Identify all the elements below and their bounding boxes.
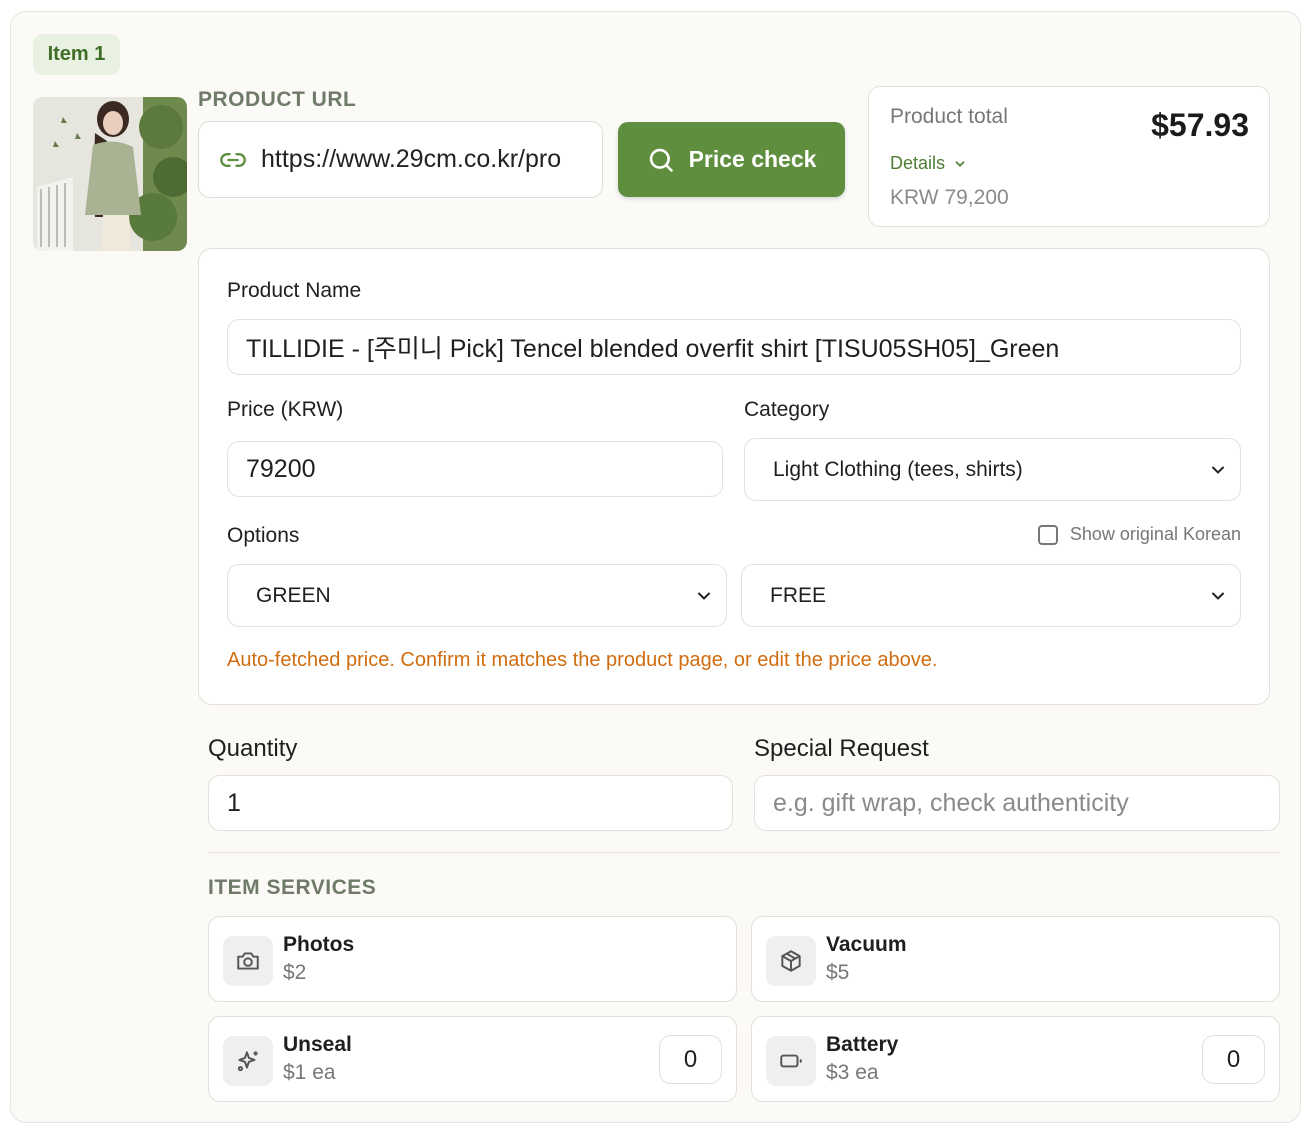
special-request-label: Special Request <box>754 735 929 762</box>
quantity-field[interactable]: 1 <box>208 775 733 831</box>
product-total-amount: $57.93 <box>1151 107 1249 143</box>
service-price: $1 ea <box>283 1061 336 1084</box>
category-value: Light Clothing (tees, shirts) <box>773 457 1023 481</box>
details-toggle[interactable]: Details <box>890 153 967 174</box>
box-icon <box>766 936 816 986</box>
price-label: Price (KRW) <box>227 398 344 421</box>
product-total-krw: KRW 79,200 <box>890 186 1009 209</box>
quantity-label: Quantity <box>208 735 298 762</box>
chevron-down-icon <box>1212 466 1224 474</box>
service-price: $5 <box>826 961 850 984</box>
product-url-label: PRODUCT URL <box>198 88 357 111</box>
search-icon <box>649 148 673 172</box>
option-size-value: FREE <box>770 583 827 607</box>
item-badge: Item 1 <box>33 34 120 75</box>
price-check-label: Price check <box>688 146 817 172</box>
service-quantity-input[interactable]: 0 <box>1202 1035 1265 1084</box>
battery-icon <box>766 1036 816 1086</box>
service-name: Unseal <box>283 1033 352 1056</box>
service-price: $2 <box>283 961 307 984</box>
option-color-select[interactable]: GREEN <box>227 564 727 627</box>
auto-fetch-note: Auto-fetched price. Confirm it matches t… <box>227 649 938 671</box>
camera-icon <box>223 936 273 986</box>
product-url-field[interactable] <box>198 121 603 198</box>
item-services-title: ITEM SERVICES <box>208 876 377 899</box>
category-select[interactable]: Light Clothing (tees, shirts) <box>744 438 1241 501</box>
product-thumbnail <box>33 97 187 251</box>
product-name-label: Product Name <box>227 279 362 302</box>
service-photos[interactable]: Photos $2 <box>208 916 737 1002</box>
item-card: Item 1 PRODUCT URL Price che <box>10 11 1301 1123</box>
price-field[interactable]: 79200 <box>227 441 723 497</box>
product-total-label: Product total <box>890 105 1008 128</box>
show-korean-checkbox[interactable] <box>1037 524 1058 545</box>
service-price: $3 ea <box>826 1061 879 1084</box>
show-korean-label: Show original Korean <box>1069 524 1241 544</box>
product-details-panel: Product Name TILLIDIE - [주미니 Pick] Tence… <box>198 248 1270 705</box>
product-url-input[interactable] <box>261 145 586 174</box>
chevron-down-icon <box>698 592 710 600</box>
options-label: Options <box>227 524 300 547</box>
service-battery[interactable]: Battery $3 ea 0 <box>751 1016 1280 1102</box>
service-name: Battery <box>826 1033 899 1056</box>
show-korean-toggle[interactable]: Show original Korean <box>1037 524 1241 545</box>
option-size-select[interactable]: FREE <box>741 564 1241 627</box>
service-unseal[interactable]: Unseal $1 ea 0 <box>208 1016 737 1102</box>
service-quantity-input[interactable]: 0 <box>659 1035 722 1084</box>
option-color-value: GREEN <box>256 583 331 607</box>
sparkle-icon <box>223 1036 273 1086</box>
chevron-down-icon <box>955 160 965 167</box>
link-icon <box>220 152 246 167</box>
product-total-box: Product total $57.93 Details KRW 79,200 <box>868 86 1270 227</box>
product-name-field[interactable]: TILLIDIE - [주미니 Pick] Tencel blended ove… <box>227 319 1241 375</box>
chevron-down-icon <box>1212 592 1224 600</box>
section-divider <box>208 852 1280 853</box>
special-request-field[interactable]: e.g. gift wrap, check authenticity <box>754 775 1280 831</box>
service-name: Photos <box>283 933 355 956</box>
details-label: Details <box>890 153 946 173</box>
service-name: Vacuum <box>826 933 907 956</box>
price-check-button[interactable]: Price check <box>618 122 845 197</box>
service-vacuum[interactable]: Vacuum $5 <box>751 916 1280 1002</box>
category-label: Category <box>744 398 830 421</box>
